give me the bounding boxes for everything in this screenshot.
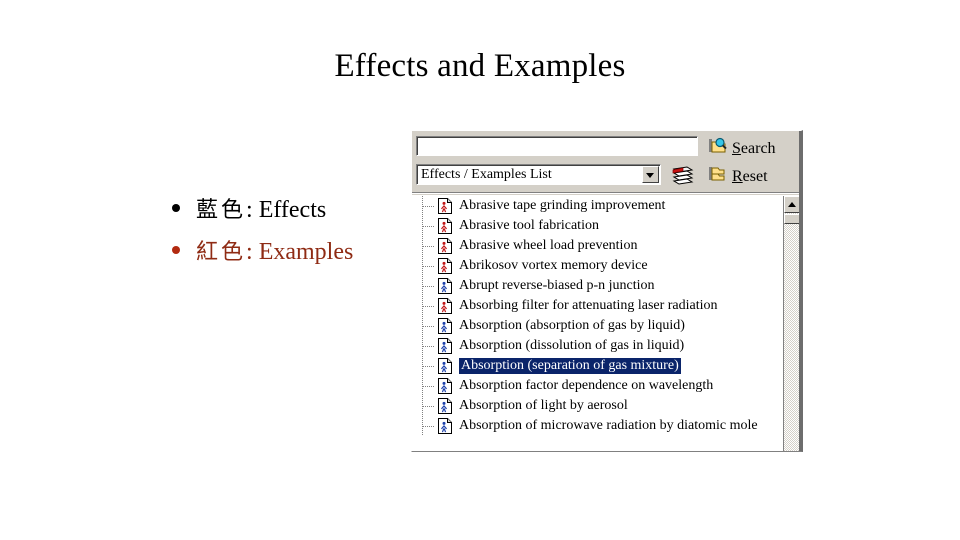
effect-document-icon <box>438 338 452 354</box>
table-row[interactable]: Absorption (separation of gas mixture) <box>412 356 783 376</box>
window-edge-shadow <box>799 131 801 451</box>
effects-examples-tree[interactable]: Abrasive tape grinding improvement Abrasi… <box>412 195 801 451</box>
table-row[interactable]: Abrasive tool fabrication <box>412 216 783 236</box>
reset-button-label: Reset <box>732 168 768 186</box>
bullet-dot-icon <box>172 204 180 212</box>
example-document-icon <box>438 298 452 314</box>
tree-connector-icon <box>420 276 438 296</box>
bullet-label: 紅色: Examples <box>196 240 353 264</box>
search-input[interactable] <box>416 136 698 156</box>
reset-button[interactable]: Reset <box>708 165 768 188</box>
vertical-scrollbar[interactable] <box>783 196 800 451</box>
tree-connector-icon <box>420 316 438 336</box>
table-row[interactable]: Absorption of microwave radiation by dia… <box>412 416 783 436</box>
bullet-cjk-text: 藍色 <box>196 198 247 223</box>
tree-rows-container: Abrasive tape grinding improvement Abrasi… <box>412 196 783 451</box>
list-item-label: Absorption of light by aerosol <box>459 398 628 413</box>
tree-connector-icon <box>420 296 438 316</box>
bullet-label: 藍色: Effects <box>196 198 326 222</box>
tree-connector-icon <box>420 416 438 436</box>
effect-document-icon <box>438 418 452 434</box>
scrollbar-thumb[interactable] <box>784 214 800 224</box>
bullet-dot-icon <box>172 246 180 254</box>
list-item-label: Abrasive tape grinding improvement <box>459 198 666 213</box>
list-item-label: Absorption of microwave radiation by dia… <box>459 418 758 433</box>
list-item-label: Absorption factor dependence on waveleng… <box>459 378 714 393</box>
books-stack-icon[interactable] <box>670 164 696 186</box>
tree-connector-icon <box>420 216 438 236</box>
tree-connector-icon <box>420 336 438 356</box>
bullet-term: Effects <box>258 197 327 223</box>
toolbar: Effects / Examples List Search Reset <box>412 131 801 194</box>
dropdown-selected-label: Effects / Examples List <box>421 167 552 182</box>
search-folder-icon <box>708 137 727 160</box>
example-document-icon <box>438 218 452 234</box>
tree-connector-icon <box>420 356 438 376</box>
table-row[interactable]: Absorbing filter for attenuating laser r… <box>412 296 783 316</box>
search-button[interactable]: Search <box>708 137 776 160</box>
effect-document-icon <box>438 278 452 294</box>
list-item: 紅色: Examples <box>172 240 442 264</box>
page-title: Effects and Examples <box>334 48 626 84</box>
effects-examples-window: Effects / Examples List Search Reset Abr… <box>411 130 803 452</box>
tree-connector-icon <box>420 396 438 416</box>
bullet-cjk-text: 紅色 <box>196 240 247 265</box>
table-row[interactable]: Absorption factor dependence on waveleng… <box>412 376 783 396</box>
table-row[interactable]: Abrasive wheel load prevention <box>412 236 783 256</box>
toolbar-divider <box>412 192 801 194</box>
scroll-up-icon[interactable] <box>784 196 800 213</box>
table-row[interactable]: Absorption (dissolution of gas in liquid… <box>412 336 783 356</box>
effect-document-icon <box>438 398 452 414</box>
list-item-label: Abrikosov vortex memory device <box>459 258 648 273</box>
bullet-separator: : <box>246 197 259 223</box>
tree-connector-icon <box>420 376 438 396</box>
search-rest-label: earch <box>740 139 776 157</box>
bullet-term: Examples <box>258 239 354 265</box>
example-document-icon <box>438 198 452 214</box>
search-accel: S <box>732 139 741 157</box>
table-row[interactable]: Abrupt reverse-biased p-n junction <box>412 276 783 296</box>
list-item-label: Abrasive tool fabrication <box>459 218 599 233</box>
search-button-label: Search <box>732 140 776 158</box>
reset-accel: R <box>732 167 743 185</box>
list-item-label: Absorption (dissolution of gas in liquid… <box>459 338 685 353</box>
table-row[interactable]: Absorption (absorption of gas by liquid) <box>412 316 783 336</box>
tree-connector-icon <box>420 236 438 256</box>
list-item-label: Absorption (separation of gas mixture) <box>458 357 682 375</box>
table-row[interactable]: Abrikosov vortex memory device <box>412 256 783 276</box>
table-row[interactable]: Abrasive tape grinding improvement <box>412 196 783 216</box>
example-document-icon <box>438 238 452 254</box>
tree-connector-icon <box>420 196 438 216</box>
folder-icon <box>708 165 727 188</box>
effect-document-icon <box>438 318 452 334</box>
effect-document-icon <box>438 358 452 374</box>
list-item-label: Abrasive wheel load prevention <box>459 238 638 253</box>
chevron-down-icon[interactable] <box>642 166 659 183</box>
effect-document-icon <box>438 378 452 394</box>
list-item: 藍色: Effects <box>172 198 442 222</box>
table-row[interactable]: Absorption of light by aerosol <box>412 396 783 416</box>
reset-rest-label: eset <box>742 167 768 185</box>
list-item-label: Abrupt reverse-biased p-n junction <box>459 278 655 293</box>
list-item-label: Absorbing filter for attenuating laser r… <box>459 298 718 313</box>
list-item-label: Absorption (absorption of gas by liquid) <box>459 318 685 333</box>
example-document-icon <box>438 258 452 274</box>
bullet-list: 藍色: Effects 紅色: Examples <box>172 198 442 282</box>
bullet-separator: : <box>246 239 259 265</box>
effects-examples-list-dropdown[interactable]: Effects / Examples List <box>416 164 661 185</box>
tree-connector-icon <box>420 256 438 276</box>
